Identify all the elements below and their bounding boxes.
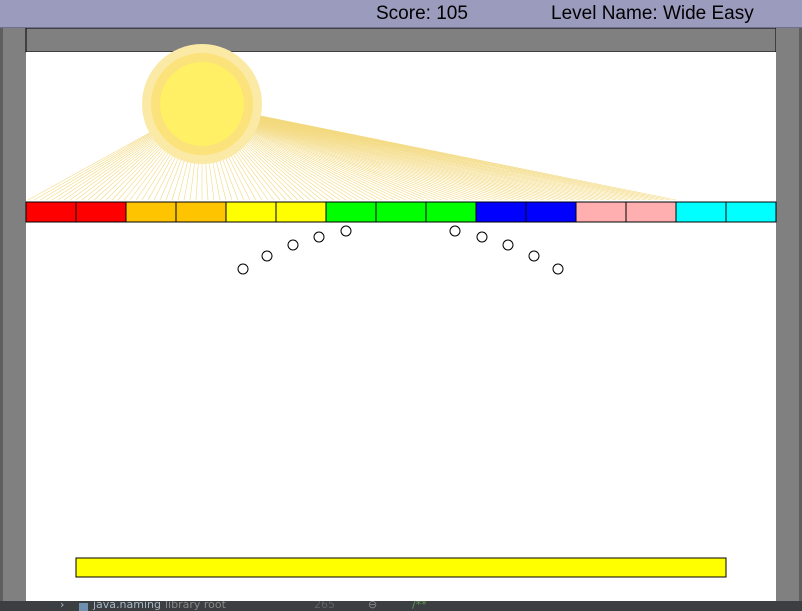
block bbox=[625, 201, 677, 223]
line-number: 265 bbox=[314, 601, 335, 611]
module-icon bbox=[79, 603, 88, 611]
block bbox=[25, 201, 77, 223]
block bbox=[175, 201, 227, 223]
block bbox=[675, 201, 727, 223]
ball bbox=[237, 263, 249, 275]
block bbox=[425, 201, 477, 223]
block bbox=[725, 201, 777, 223]
ball bbox=[340, 225, 352, 237]
block bbox=[75, 201, 127, 223]
block bbox=[375, 201, 427, 223]
ball bbox=[287, 239, 299, 251]
block-row bbox=[25, 201, 777, 223]
ball bbox=[552, 263, 564, 275]
level-name-text: Level Name: Wide Easy bbox=[551, 3, 754, 24]
block bbox=[575, 201, 627, 223]
root-label: library root bbox=[165, 601, 226, 611]
ball bbox=[528, 250, 540, 262]
paddle[interactable] bbox=[75, 557, 727, 578]
ball bbox=[476, 231, 488, 243]
right-border bbox=[776, 28, 799, 601]
score-text: Score: 105 bbox=[376, 3, 468, 24]
block bbox=[225, 201, 277, 223]
ball bbox=[449, 225, 461, 237]
module-label: java.naming bbox=[93, 601, 161, 611]
play-area bbox=[26, 52, 776, 601]
block bbox=[475, 201, 527, 223]
status-bar: Score: 105 Level Name: Wide Easy bbox=[0, 0, 802, 28]
game-canvas[interactable] bbox=[3, 28, 799, 601]
block bbox=[525, 201, 577, 223]
block bbox=[275, 201, 327, 223]
ball bbox=[502, 239, 514, 251]
code-fragment: /** bbox=[412, 601, 427, 611]
ide-background-strip: › java.naming library root 265 ⊖ /** bbox=[0, 601, 802, 611]
tree-arrow-icon: › bbox=[60, 601, 65, 611]
block bbox=[125, 201, 177, 223]
block bbox=[325, 201, 377, 223]
ball bbox=[261, 250, 273, 262]
top-border bbox=[25, 28, 777, 53]
sun-core bbox=[160, 62, 244, 146]
ball bbox=[313, 231, 325, 243]
left-border bbox=[3, 28, 26, 601]
fold-marker-icon: ⊖ bbox=[368, 601, 378, 611]
